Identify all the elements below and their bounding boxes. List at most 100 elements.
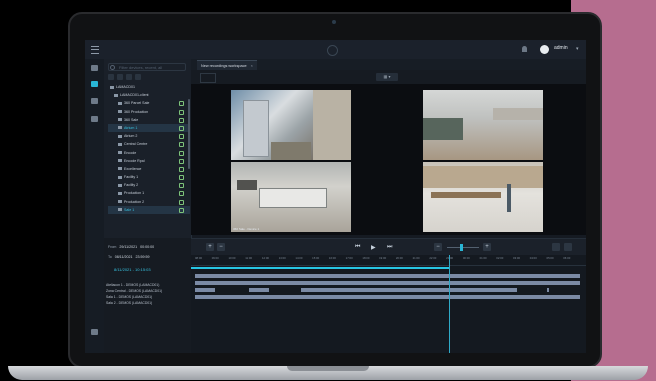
time-tick-label: 21:00	[412, 256, 420, 260]
time-tick-label: 01:00	[479, 256, 487, 260]
time-tick-label: 11:00	[245, 256, 252, 260]
recording-segment[interactable]	[195, 288, 215, 292]
timeline[interactable]: 08:00 09:00 10:00 11:00 12:00 13:00 14:00 15:00…	[191, 255, 586, 353]
player-controls: + − ⏮ ▶ ⏭ − +	[191, 238, 586, 256]
time-tick-label: 20:00	[395, 256, 403, 260]
tree-item-label: Encode Rpal	[124, 158, 145, 163]
video-grid: 360 Sale - Device 1	[191, 84, 586, 235]
recording-segment[interactable]	[301, 288, 517, 292]
webcam-dot	[332, 20, 336, 24]
time-tick-label: 04:00	[529, 256, 537, 260]
to-date[interactable]: 08/11/2021	[115, 255, 133, 259]
tree-item[interactable]: Excellence	[108, 165, 190, 173]
export-icon[interactable]	[552, 243, 560, 251]
tree-item[interactable]: Encode	[108, 149, 190, 157]
filter-icon[interactable]	[126, 74, 132, 80]
tree-root[interactable]: LAMACD01	[108, 83, 190, 91]
to-time[interactable]: 23:59:59	[136, 255, 150, 259]
speed-slider-handle[interactable]	[460, 244, 463, 251]
tree-item[interactable]: Production 2	[108, 198, 190, 206]
search-icon[interactable]	[117, 74, 123, 80]
icon-rail	[85, 59, 105, 353]
camera-icon[interactable]	[91, 65, 98, 71]
track-name: Ateliacon 1 - DEMOS (LAMACD01)	[106, 283, 160, 287]
speed-decrease-button[interactable]: −	[434, 243, 442, 251]
camera-icon	[118, 151, 122, 155]
home-icon[interactable]	[91, 98, 98, 104]
recording-segment[interactable]	[547, 288, 549, 292]
previous-icon[interactable]: ⏮	[355, 244, 360, 251]
status-check-icon	[179, 142, 184, 148]
tree-item-label: Encode	[124, 150, 137, 155]
range-label: 8/11/2021 - 10:15:03	[114, 267, 151, 272]
next-icon[interactable]: ⏭	[387, 244, 392, 251]
time-tick-label: 12:00	[261, 256, 269, 260]
recording-track-4[interactable]	[195, 295, 580, 299]
download-icon[interactable]	[91, 116, 98, 122]
tree-item[interactable]: Facility 2	[108, 181, 190, 189]
video-tile-2[interactable]	[423, 90, 543, 160]
user-avatar[interactable]	[540, 45, 549, 54]
tree-item-label: 360 Production	[124, 109, 149, 114]
time-tick-label: 03:00	[513, 256, 521, 260]
chevron-down-icon[interactable]: ▾	[576, 46, 579, 52]
speed-increase-button[interactable]: +	[483, 243, 491, 251]
server-icon	[110, 85, 114, 89]
playback-icon[interactable]	[91, 81, 98, 87]
camera-icon	[118, 167, 122, 171]
add-icon[interactable]	[108, 74, 114, 80]
user-name[interactable]: admin	[554, 45, 568, 51]
camera-icon	[118, 159, 122, 163]
time-tick-label: 18:00	[362, 256, 370, 260]
video-tile-4[interactable]	[423, 162, 543, 232]
status-check-icon	[179, 101, 184, 107]
tree-item[interactable]: Production 1	[108, 189, 190, 197]
camera-icon	[118, 200, 122, 204]
tree-item[interactable]: Sale 1	[108, 205, 190, 214]
settings-icon[interactable]	[91, 329, 98, 335]
video-tile-1[interactable]	[231, 90, 351, 160]
status-check-icon	[179, 134, 184, 140]
speed-slider-track[interactable]	[447, 247, 479, 248]
more-icon[interactable]	[135, 74, 141, 80]
device-search-input[interactable]: Filter devices, recent, all	[108, 63, 186, 71]
camera-icon	[118, 208, 122, 212]
zoom-in-icon[interactable]: +	[206, 243, 214, 251]
zoom-out-icon[interactable]: −	[217, 243, 225, 251]
time-tick-label: 08:00	[195, 256, 202, 260]
view-option-button[interactable]	[200, 73, 216, 83]
notification-icon[interactable]	[522, 46, 527, 52]
status-check-icon	[179, 191, 184, 197]
menu-icon[interactable]	[91, 46, 99, 54]
close-icon[interactable]: ×	[251, 64, 253, 68]
layout-select-button[interactable]: ▦ ▾	[376, 73, 398, 81]
play-icon[interactable]: ▶	[371, 244, 376, 251]
tree-group[interactable]: LAMACD01-client	[108, 91, 190, 99]
time-tick-label: 02:00	[496, 256, 504, 260]
from-time[interactable]: 00:00:00	[140, 245, 154, 249]
tree-item[interactable]: 360 Parcel Sale	[108, 99, 190, 107]
tree-item[interactable]: Atrium 2	[108, 132, 190, 140]
from-row[interactable]: From 29/11/2021 00:00:00	[108, 245, 154, 249]
tree-item[interactable]: Facility 1	[108, 173, 190, 181]
device-tree-panel: Filter devices, recent, all LAMACD01 LAM…	[104, 59, 192, 238]
tree-item-label: Sale 1	[124, 207, 135, 212]
playhead[interactable]	[449, 255, 450, 353]
to-row[interactable]: To 08/11/2021 23:59:59	[108, 255, 150, 259]
tree-item[interactable]: Encode Rpal	[108, 157, 190, 165]
tree-scrollbar[interactable]	[188, 99, 190, 169]
recording-track-2[interactable]	[195, 281, 580, 285]
time-tick-label: 19:00	[379, 256, 387, 260]
tree-item[interactable]: Atrium 1	[108, 123, 190, 133]
tree-item[interactable]: 360 Production	[108, 108, 190, 116]
recording-segment[interactable]	[249, 288, 269, 292]
recording-track-1[interactable]	[195, 274, 580, 278]
camera-icon	[118, 175, 122, 179]
fullscreen-icon[interactable]	[564, 243, 572, 251]
time-tick-label: 06:00	[563, 256, 571, 260]
tree-item[interactable]: Central Centre	[108, 140, 190, 148]
from-date[interactable]: 29/11/2021	[119, 245, 137, 249]
video-tile-3[interactable]: 360 Sale - Device 1	[231, 162, 351, 232]
status-check-icon	[179, 199, 184, 205]
tree-item[interactable]: 360 Sale	[108, 116, 190, 124]
